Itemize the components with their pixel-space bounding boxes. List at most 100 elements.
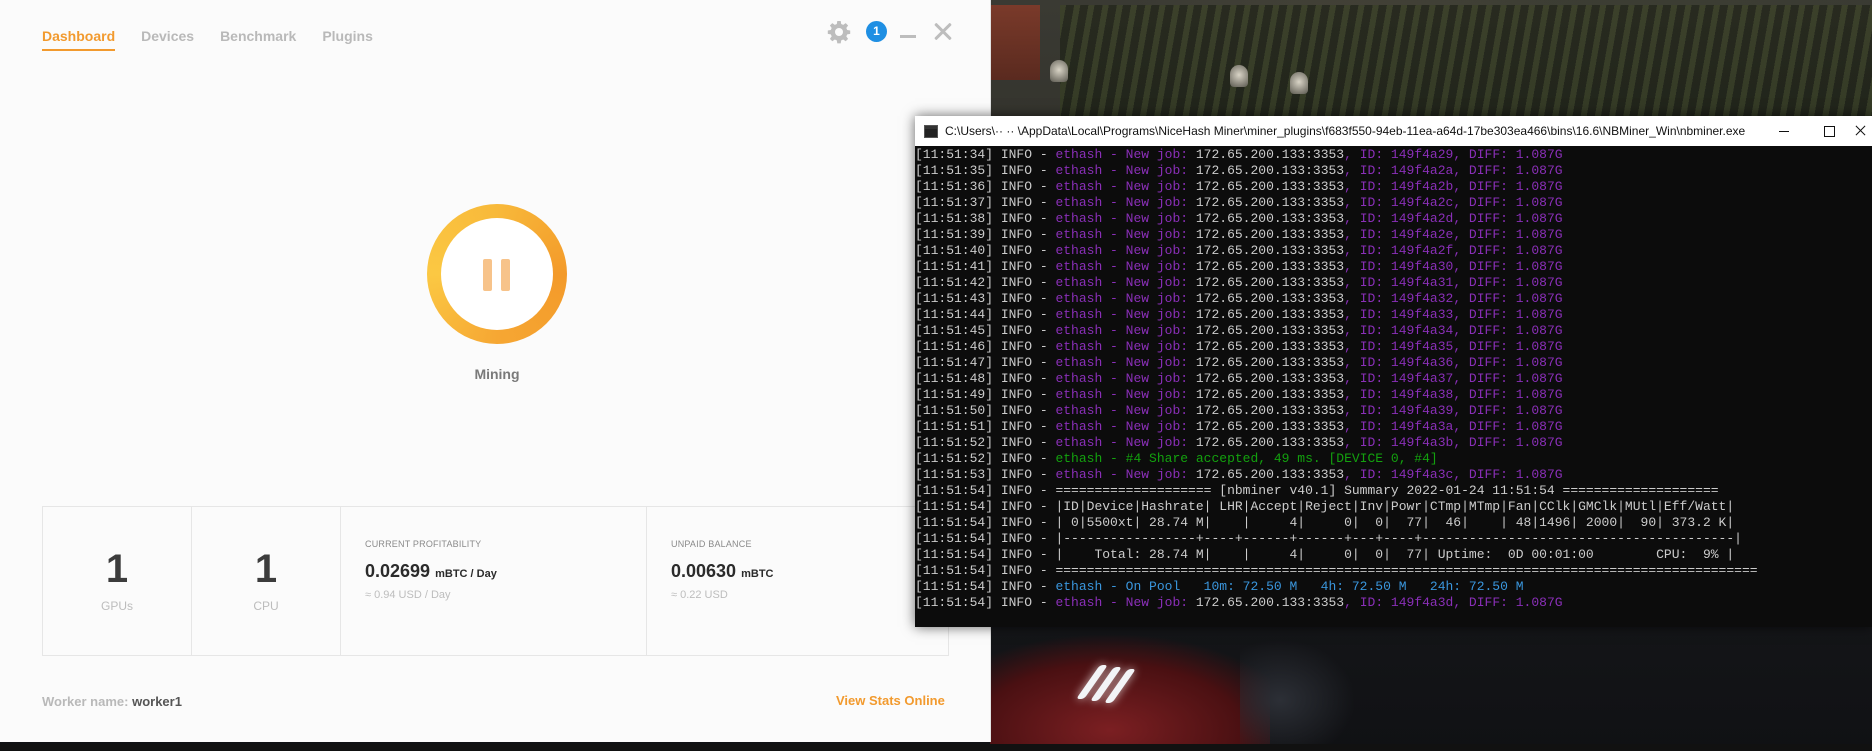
mining-toggle-button[interactable] [427,204,567,344]
console-text: ethash - New job: [1055,467,1196,482]
console-line: [11:51:52] INFO - ethash - New job: 172.… [915,435,1872,451]
console-level: INFO - [993,403,1056,418]
console-level: INFO - [993,339,1056,354]
console-text: 172.65.200.133:3353 [1195,147,1345,162]
console-line: [11:51:54] INFO - |-----------------+---… [915,531,1872,547]
console-line: [11:51:43] INFO - ethash - New job: 172.… [915,291,1872,307]
console-text: ethash - New job: [1055,195,1196,210]
console-text: 172.65.200.133:3353 [1195,419,1345,434]
console-line: [11:51:46] INFO - ethash - New job: 172.… [915,339,1872,355]
console-level: INFO - [993,323,1056,338]
wallpaper-lamp [1290,72,1308,94]
console-text: ethash - New job: [1055,323,1196,338]
console-text: , ID: 149f4a29, DIFF: 1.087G [1344,147,1563,162]
console-timestamp: [11:51:41] [915,259,994,274]
console-text: ethash - New job: [1055,275,1196,290]
console-line: [11:51:49] INFO - ethash - New job: 172.… [915,387,1872,403]
profitability-title: CURRENT PROFITABILITY [365,539,482,549]
console-line: [11:51:54] INFO - | Total: 28.74 M| | 4|… [915,547,1872,563]
balance-usd: ≈ 0.22 USD [671,589,728,601]
profitability-amount: 0.02699 [365,561,431,581]
console-text: , ID: 149f4a39, DIFF: 1.087G [1344,403,1563,418]
console-level: INFO - [993,243,1056,258]
profitability-usd: ≈ 0.94 USD / Day [365,589,451,601]
console-text: ethash - New job: [1055,147,1196,162]
console-text: , ID: 149f4a32, DIFF: 1.087G [1344,291,1563,306]
balance-unit: mBTC [741,568,774,580]
console-line: [11:51:34] INFO - ethash - New job: 172.… [915,147,1872,163]
console-line: [11:51:38] INFO - ethash - New job: 172.… [915,211,1872,227]
console-text: , ID: 149f4a2c, DIFF: 1.087G [1344,195,1563,210]
console-timestamp: [11:51:54] [915,579,994,594]
console-text: 172.65.200.133:3353 [1195,371,1345,386]
console-close-button[interactable] [1851,116,1872,146]
console-timestamp: [11:51:54] [915,595,994,610]
console-text: 172.65.200.133:3353 [1195,227,1345,242]
console-timestamp: [11:51:54] [915,499,994,514]
console-text: ethash - New job: [1055,291,1196,306]
console-text: ethash - New job: [1055,339,1196,354]
console-timestamp: [11:51:38] [915,211,994,226]
console-timestamp: [11:51:54] [915,563,994,578]
console-level: INFO - [993,195,1056,210]
console-text: 172.65.200.133:3353 [1195,211,1345,226]
console-text: 172.65.200.133:3353 [1195,163,1345,178]
notification-badge[interactable]: 1 [866,21,887,42]
tab-devices[interactable]: Devices [141,28,194,51]
minimize-icon[interactable] [900,35,916,38]
console-level: INFO - [993,355,1056,370]
console-timestamp: [11:51:54] [915,531,994,546]
view-stats-online-link[interactable]: View Stats Online [836,693,945,708]
tab-dashboard[interactable]: Dashboard [42,28,116,51]
console-text: ethash - New job: [1055,435,1196,450]
console-text: 172.65.200.133:3353 [1195,179,1345,194]
console-output[interactable]: [11:51:34] INFO - ethash - New job: 172.… [915,147,1872,627]
tab-benchmark[interactable]: Benchmark [220,28,296,51]
console-text: ========================================… [1055,563,1758,578]
console-level: INFO - [993,483,1056,498]
console-line: [11:51:48] INFO - ethash - New job: 172.… [915,371,1872,387]
wallpaper-lamp [1050,60,1068,82]
tab-plugins[interactable]: Plugins [322,28,373,51]
console-text: 172.65.200.133:3353 [1195,403,1345,418]
console-text: 172.65.200.133:3353 [1195,387,1345,402]
console-text: , ID: 149f4a2f, DIFF: 1.087G [1344,243,1563,258]
console-text: 172.65.200.133:3353 [1195,243,1345,258]
console-text: 172.65.200.133:3353 [1195,595,1345,610]
console-text: ethash - New job: [1055,227,1196,242]
console-text: , ID: 149f4a2a, DIFF: 1.087G [1344,163,1563,178]
console-text: , ID: 149f4a30, DIFF: 1.087G [1344,259,1563,274]
console-line: [11:51:52] INFO - ethash - #4 Share acce… [915,451,1872,467]
console-line: [11:51:54] INFO - ethash - On Pool 10m: … [915,579,1872,595]
gpus-label: GPUs [100,599,133,613]
profitability-stat: CURRENT PROFITABILITY 0.02699 mBTC / Day… [341,507,647,655]
console-level: INFO - [993,467,1056,482]
wallpaper-car-glass [1240,640,1400,751]
console-text: ethash - New job: [1055,259,1196,274]
console-text: , ID: 149f4a38, DIFF: 1.087G [1344,387,1563,402]
console-timestamp: [11:51:37] [915,195,994,210]
console-text: ethash - New job: [1055,371,1196,386]
console-level: INFO - [993,387,1056,402]
console-text: ethash - New job: [1055,211,1196,226]
console-text: , ID: 149f4a31, DIFF: 1.087G [1344,275,1563,290]
console-text: , ID: 149f4a37, DIFF: 1.087G [1344,371,1563,386]
stats-panel: 1 GPUs 1 CPU CURRENT PROFITABILITY 0.026… [42,506,949,656]
gear-icon[interactable] [827,20,851,44]
wallpaper-car-headlight [1076,665,1160,703]
console-minimize-button[interactable] [1761,116,1806,146]
console-level: INFO - [993,291,1056,306]
console-level: INFO - [993,371,1056,386]
console-text: ethash - On Pool 10m: 72.50 M 4h: 72.50 … [1055,579,1524,594]
console-level: INFO - [993,419,1056,434]
console-text: |ID|Device|Hashrate| LHR|Accept|Reject|I… [1055,499,1735,514]
mining-status-label: Mining [474,366,520,382]
console-timestamp: [11:51:50] [915,403,994,418]
worker-info: Worker name: worker1 [42,694,182,709]
console-titlebar[interactable]: C:\Users\·· ·· \AppData\Local\Programs\N… [915,116,1872,146]
close-icon[interactable] [933,22,953,42]
console-line: [11:51:39] INFO - ethash - New job: 172.… [915,227,1872,243]
console-maximize-button[interactable] [1806,116,1851,146]
console-timestamp: [11:51:53] [915,467,994,482]
console-timestamp: [11:51:54] [915,547,994,562]
